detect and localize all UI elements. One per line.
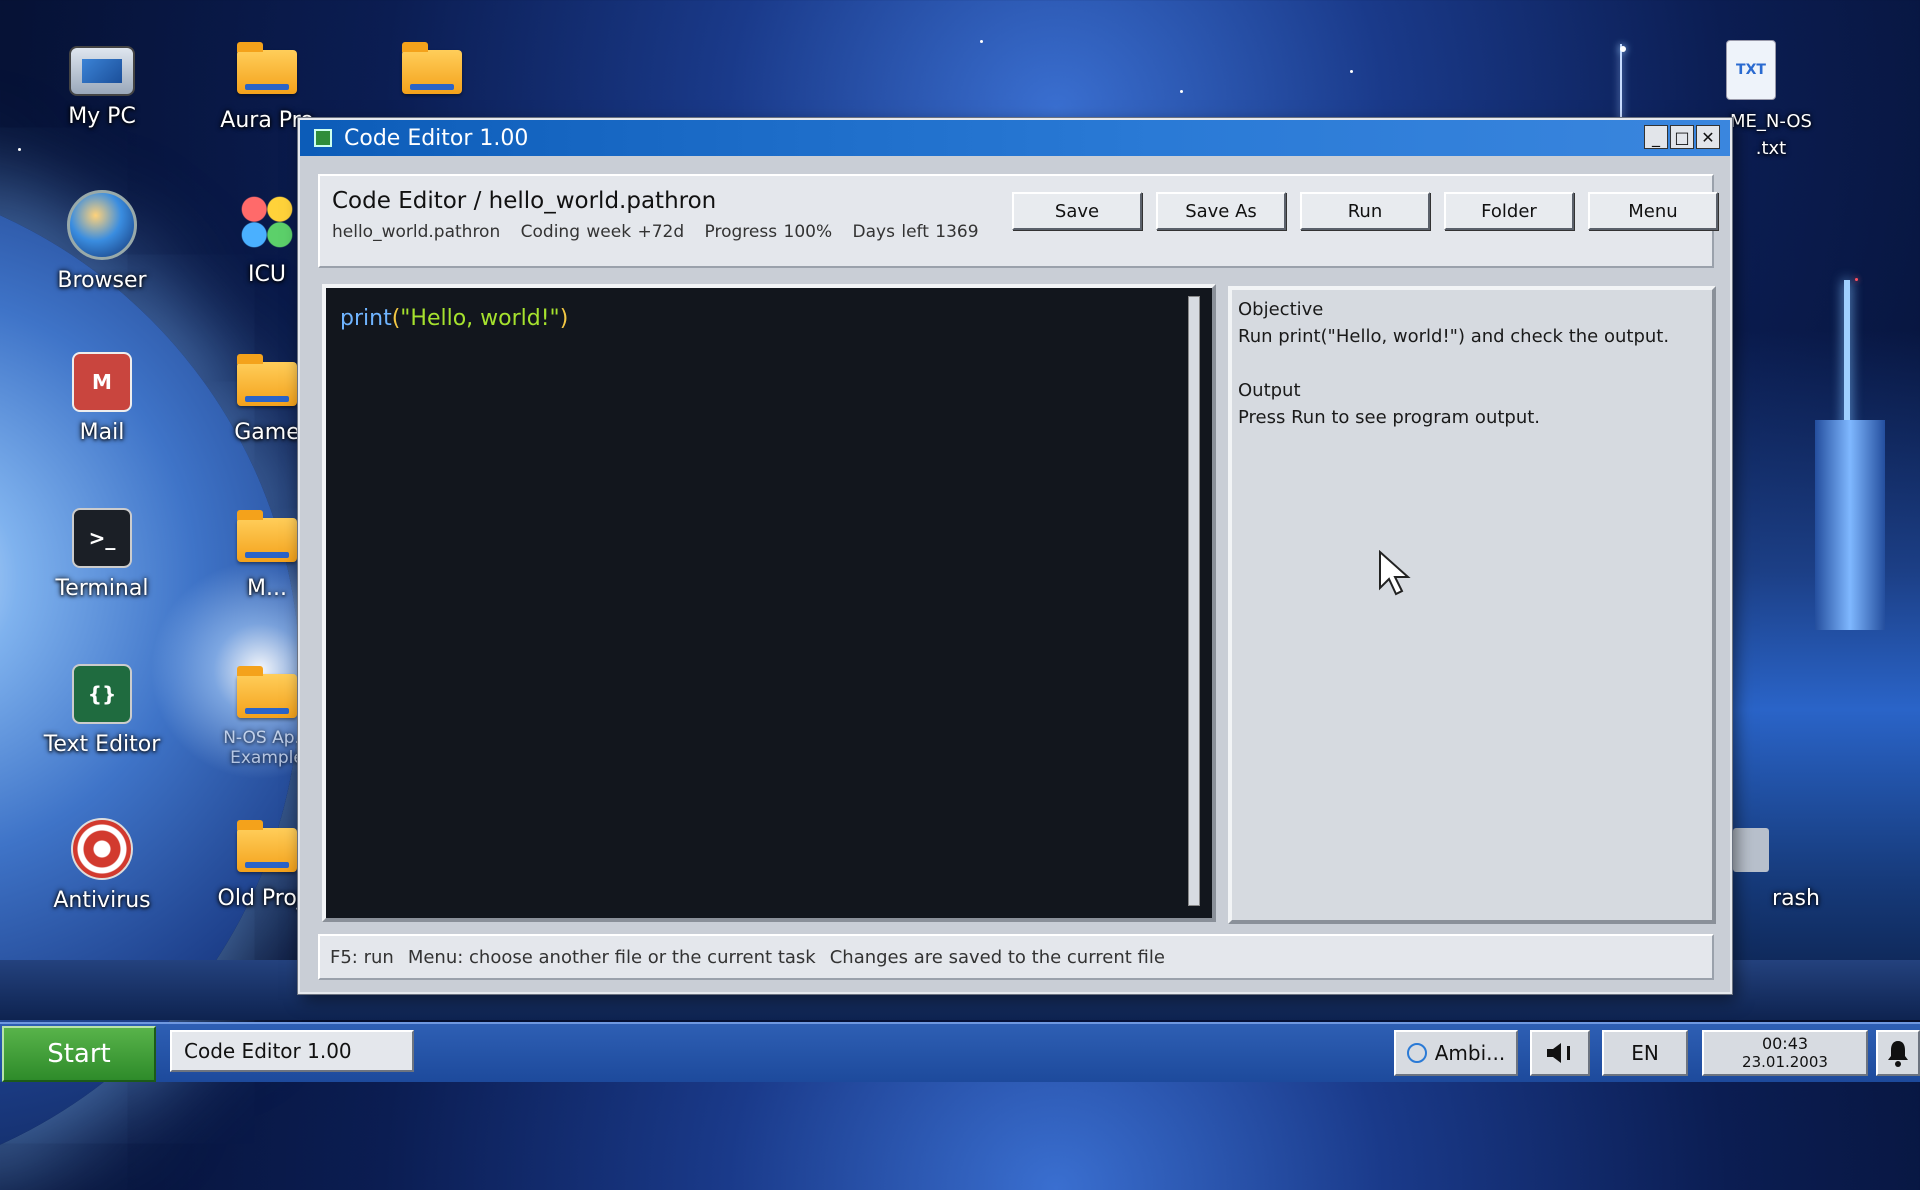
code-paren-close: )	[559, 306, 569, 331]
ambient-label: Ambi...	[1434, 1041, 1506, 1065]
editor-header: Code Editor / hello_world.pathron hello_…	[318, 174, 1718, 268]
clock[interactable]: 00:43 23.01.2003	[1702, 1030, 1868, 1076]
close-icon: ✕	[1701, 127, 1715, 147]
ambient-button[interactable]: Ambi...	[1394, 1030, 1518, 1076]
mail-icon: M	[72, 352, 132, 412]
terminal-icon: >_	[72, 508, 132, 568]
folder-icon	[402, 42, 462, 94]
taskbar-item-label: Code Editor 1.00	[184, 1039, 352, 1063]
days-left: Days left 1369	[852, 222, 979, 242]
desktop-icon-terminal[interactable]: >_ Terminal	[27, 508, 177, 602]
desktop-icon-label: Antivirus	[53, 888, 151, 913]
window-title: Code Editor 1.00	[344, 125, 529, 151]
status-hint-run: F5: run	[330, 946, 394, 968]
bell-icon	[1888, 1041, 1908, 1067]
objective-heading: Objective	[1238, 299, 1324, 320]
page-title: Code Editor / hello_world.pathron	[332, 188, 717, 214]
editor-scrollbar[interactable]	[1188, 296, 1200, 906]
code-line[interactable]: print("Hello, world!")	[340, 306, 568, 331]
mouse-cursor-icon	[1379, 550, 1411, 596]
desktop-icon-label: Text Editor	[43, 732, 161, 757]
status-hint-menu: Menu: choose another file or the current…	[407, 946, 816, 968]
output-heading: Output	[1238, 380, 1301, 401]
run-button[interactable]: Run	[1300, 192, 1430, 230]
minimize-button[interactable]: _	[1644, 125, 1668, 149]
maximize-button[interactable]: □	[1670, 125, 1694, 149]
save-as-button[interactable]: Save As	[1156, 192, 1286, 230]
ambient-icon	[1406, 1043, 1427, 1063]
desktop-icon-label: rash	[1772, 886, 1820, 911]
clock-time: 00:43	[1761, 1034, 1809, 1053]
file-name: hello_world.pathron	[332, 222, 501, 242]
folder-button[interactable]: Folder	[1444, 192, 1574, 230]
desktop-icon-mail[interactable]: M Mail	[27, 352, 177, 446]
taskbar: Start Code Editor 1.00 Ambi... EN 00:43 …	[0, 1022, 1920, 1082]
desktop-icon-label: ME_N-OS .txt	[1730, 111, 1812, 159]
desktop-icon-label: Browser	[57, 268, 147, 293]
task-panel: Objective Run print("Hello, world!") and…	[1228, 286, 1716, 924]
close-button[interactable]: ✕	[1696, 125, 1720, 149]
code-editor-area[interactable]: print("Hello, world!")	[322, 284, 1216, 922]
start-button[interactable]: Start	[2, 1026, 156, 1082]
folder-icon	[237, 510, 297, 562]
clock-date: 23.01.2003	[1742, 1053, 1828, 1071]
taskbar-item-code-editor[interactable]: Code Editor 1.00	[170, 1030, 414, 1072]
window-titlebar[interactable]: Code Editor 1.00 _ □ ✕	[300, 120, 1730, 156]
globe-icon	[67, 190, 137, 260]
menu-button[interactable]: Menu	[1588, 192, 1718, 230]
progress-text: Progress 100%	[704, 222, 833, 242]
coding-week: Coding week +72d	[520, 222, 685, 242]
braces-icon: {}	[72, 664, 132, 724]
save-button[interactable]: Save	[1012, 192, 1142, 230]
desktop-icon-folder[interactable]	[357, 40, 507, 102]
objective-text: Run print("Hello, world!") and check the…	[1238, 326, 1670, 347]
output-text: Press Run to see program output.	[1238, 407, 1541, 428]
desktop-icon-label: My PC	[68, 104, 136, 129]
file-meta: hello_world.pathron Coding week +72d Pro…	[332, 222, 993, 242]
code-function: print	[340, 306, 392, 331]
folder-icon	[237, 354, 297, 406]
folder-icon	[237, 666, 297, 718]
lifebuoy-icon	[71, 818, 133, 880]
desktop-icon-my-pc[interactable]: My PC	[27, 40, 177, 130]
status-hint-save: Changes are saved to the current file	[829, 946, 1165, 968]
app-icon	[314, 129, 332, 147]
computer-icon	[69, 46, 135, 96]
language-indicator[interactable]: EN	[1602, 1030, 1688, 1076]
status-bar: F5: run Menu: choose another file or the…	[318, 934, 1714, 980]
folder-icon	[237, 820, 297, 872]
maximize-icon: □	[1674, 127, 1690, 147]
speaker-icon	[1547, 1043, 1570, 1063]
folder-icon	[237, 42, 297, 94]
desktop-icon-antivirus[interactable]: Antivirus	[27, 818, 177, 914]
desktop-icon-label: Terminal	[55, 576, 149, 601]
flower-icon	[235, 190, 299, 254]
desktop-icon-browser[interactable]: Browser	[27, 190, 177, 294]
code-string: "Hello, world!"	[400, 306, 560, 331]
desktop-icon-label: Mail	[79, 420, 125, 445]
volume-button[interactable]	[1530, 1030, 1590, 1076]
desktop-icon-text-editor[interactable]: {} Text Editor	[27, 664, 177, 758]
code-paren-open: (	[391, 306, 401, 331]
txt-file-icon: TXT	[1726, 40, 1776, 100]
trash-icon	[1733, 828, 1769, 872]
code-editor-window[interactable]: Code Editor 1.00 _ □ ✕ Code Editor / hel…	[298, 118, 1732, 994]
notifications-button[interactable]	[1876, 1030, 1920, 1076]
minimize-icon: _	[1652, 127, 1660, 147]
